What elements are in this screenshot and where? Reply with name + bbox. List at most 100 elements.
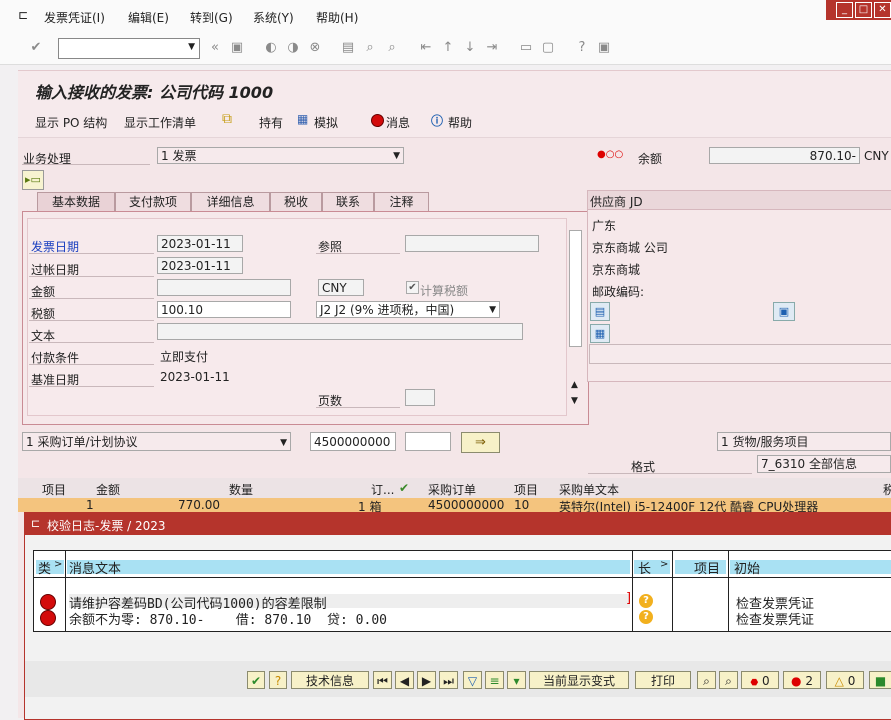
scroll-thumb[interactable]: [569, 230, 582, 347]
pages-field[interactable]: [405, 389, 435, 406]
show-worklist-button[interactable]: 显示工作清单: [124, 114, 196, 131]
error-filter-button[interactable]: ● 2: [783, 671, 821, 689]
menu-system[interactable]: 系统(Y): [253, 9, 294, 26]
first-page-icon[interactable]: ⇤: [418, 40, 434, 56]
exit-icon[interactable]: ◑: [285, 40, 301, 56]
enter-icon[interactable]: ✔: [28, 40, 44, 56]
long-text-icon[interactable]: ?: [639, 610, 653, 624]
layout-select[interactable]: 7_6310 全部信息: [757, 455, 891, 473]
tax-amount-field[interactable]: 100.10: [157, 301, 291, 318]
col-po[interactable]: 采购订单: [428, 481, 476, 498]
current-variant-button[interactable]: 当前显示变式: [529, 671, 629, 689]
panel-scrollbar[interactable]: ▲ ▼: [569, 230, 582, 412]
stop-filter-button[interactable]: ⬣ 0: [741, 671, 779, 689]
menu-help[interactable]: 帮助(H): [316, 9, 358, 26]
filter-icon[interactable]: ▽: [463, 671, 482, 689]
message-row-2[interactable]: 余额不为零: 870.10- 借: 870.10 贷: 0.00: [69, 609, 387, 628]
col-po-item[interactable]: 项目: [514, 481, 538, 498]
item-type-select[interactable]: 1 货物/服务项目: [717, 432, 891, 451]
print-button[interactable]: 打印: [635, 671, 691, 689]
toggle-header-icon[interactable]: ▸▭: [22, 170, 44, 190]
first-icon[interactable]: ⏮: [373, 671, 392, 689]
col-tax[interactable]: 税: [883, 481, 891, 498]
success-filter-button[interactable]: ■: [869, 671, 891, 689]
messages-button[interactable]: 消息: [386, 114, 410, 131]
prev-page-icon[interactable]: ↑: [440, 40, 456, 56]
transaction-select[interactable]: 1 发票 ▼: [157, 147, 404, 164]
scroll-up-icon[interactable]: ▲: [571, 380, 578, 390]
warning-filter-button[interactable]: △ 0: [826, 671, 864, 689]
tab-details[interactable]: 详细信息: [191, 192, 270, 211]
find-next-icon[interactable]: ⌕: [719, 671, 738, 689]
sort-icon[interactable]: ≡: [485, 671, 504, 689]
col-origin[interactable]: 初始: [734, 558, 760, 577]
last-icon[interactable]: ⏭: [439, 671, 458, 689]
find-icon[interactable]: ⌕: [697, 671, 716, 689]
hold-button[interactable]: 持有: [259, 114, 283, 131]
tab-contact[interactable]: 联系: [322, 192, 374, 211]
po-item-field[interactable]: [405, 432, 451, 451]
tab-notes[interactable]: 注释: [374, 192, 429, 211]
amount-field[interactable]: [157, 279, 291, 296]
simulate-button[interactable]: 模拟: [314, 114, 338, 131]
col-quantity[interactable]: 数量: [229, 481, 253, 498]
col-po-text[interactable]: 采购单文本: [559, 481, 619, 498]
col-long-text[interactable]: 长: [638, 558, 651, 577]
col-amount[interactable]: 金额: [96, 481, 120, 498]
col-item[interactable]: 项目: [42, 481, 66, 498]
tab-tax[interactable]: 税收: [270, 192, 322, 211]
tax-code-select[interactable]: J2 J2 (9% 进项税，中国) ▼: [316, 301, 500, 318]
col-type[interactable]: 类: [38, 558, 51, 577]
find-icon[interactable]: ⌕: [362, 40, 378, 56]
vendor-detail-icon[interactable]: ▤: [590, 302, 610, 321]
tab-payment[interactable]: 支付款项: [115, 192, 191, 211]
sum-icon[interactable]: ▾: [507, 671, 526, 689]
doc-type-select[interactable]: 1 采购订单/计划协议 ▼: [22, 432, 291, 451]
text-field[interactable]: [157, 323, 523, 340]
vendor-bank-icon[interactable]: ▣: [773, 302, 795, 321]
transfer-button[interactable]: ⇒: [461, 432, 500, 453]
select-check-icon[interactable]: ✔: [399, 481, 409, 495]
col-order-unit[interactable]: 订...: [371, 481, 394, 498]
chevron-down-icon[interactable]: ▼: [489, 302, 496, 319]
tech-info-button[interactable]: 技术信息: [291, 671, 369, 689]
back-icon[interactable]: ◐: [263, 40, 279, 56]
new-document-icon[interactable]: ⧉: [222, 111, 232, 127]
menu-icon[interactable]: ⊏: [18, 8, 28, 22]
menu-edit[interactable]: 编辑(E): [128, 9, 169, 26]
tab-basic-data[interactable]: 基本数据: [37, 192, 115, 211]
help-icon[interactable]: ?: [269, 671, 287, 689]
cancel-icon[interactable]: ⊗: [307, 40, 323, 56]
scroll-down-icon[interactable]: ▼: [571, 396, 578, 406]
table-row[interactable]: 1 770.00 1 箱 4500000000 10 英特尔(Intel) i5…: [18, 498, 891, 514]
find-next-icon[interactable]: ⌕: [384, 40, 400, 56]
next-page-icon[interactable]: ↓: [462, 40, 478, 56]
invoice-date-field[interactable]: 2023-01-11: [157, 235, 243, 252]
confirm-icon[interactable]: ✔: [247, 671, 265, 689]
help-button[interactable]: 帮助: [448, 114, 472, 131]
calc-tax-checkbox[interactable]: ✔: [406, 281, 419, 294]
long-text-icon[interactable]: ?: [639, 594, 653, 608]
maximize-icon[interactable]: □: [855, 2, 872, 18]
help-icon[interactable]: ?: [574, 40, 590, 56]
menu-invoice[interactable]: 发票凭证(I): [44, 9, 105, 26]
chevron-down-icon[interactable]: ▼: [393, 148, 400, 165]
col-message-text[interactable]: 消息文本: [69, 558, 121, 577]
save-icon[interactable]: ▣: [229, 40, 245, 56]
show-po-structure-button[interactable]: 显示 PO 结构: [35, 114, 107, 131]
chevron-down-icon[interactable]: ▼: [280, 434, 287, 453]
currency-field[interactable]: CNY: [318, 279, 364, 296]
prev-icon[interactable]: ◀: [395, 671, 414, 689]
po-number-field[interactable]: 4500000000: [310, 432, 396, 451]
posting-date-field[interactable]: 2023-01-11: [157, 257, 243, 274]
chevron-down-icon[interactable]: ▼: [188, 42, 195, 52]
layout-icon[interactable]: ▣: [596, 40, 612, 56]
minimize-icon[interactable]: _: [836, 2, 853, 18]
col-item[interactable]: 项目: [694, 558, 720, 577]
menu-goto[interactable]: 转到(G): [190, 9, 233, 26]
command-field[interactable]: ▼: [58, 38, 200, 59]
print-icon[interactable]: ▤: [340, 40, 356, 56]
close-icon[interactable]: ✕: [874, 2, 891, 18]
vendor-oneTime-icon[interactable]: ▦: [590, 324, 610, 343]
new-session-icon[interactable]: ▭: [518, 40, 534, 56]
